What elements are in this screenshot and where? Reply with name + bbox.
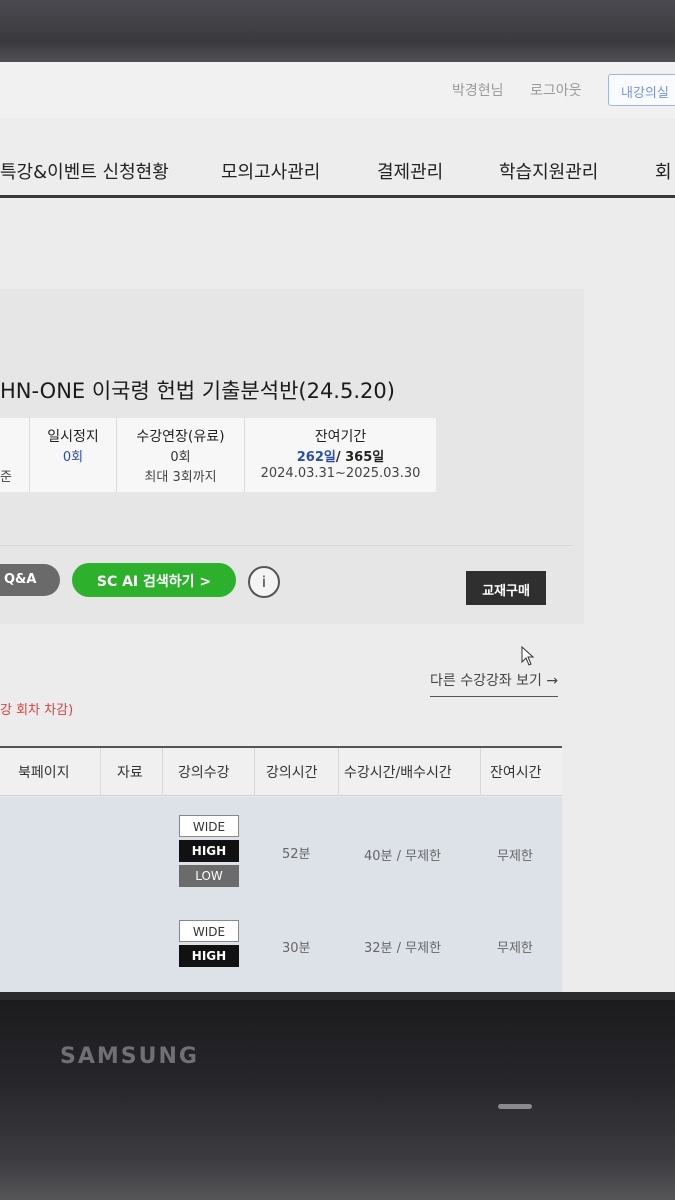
quality-buttons: WIDE HIGH LOW (179, 815, 239, 890)
high-quality-button[interactable]: HIGH (179, 945, 239, 967)
browser-screen: 박경현님 로그아웃 내강의실 특강&이벤트 신청현황 모의고사관리 결제관리 학… (0, 62, 675, 992)
col-separator (254, 748, 255, 796)
info-cell-extend: 수강연장(유료) 0회 최대 3회까지 (117, 418, 245, 492)
col-study-time: 수강시간/배수시간 (344, 765, 452, 781)
col-remaining-time: 잔여시간 (490, 765, 542, 781)
course-card: HN-ONE 이국령 헌법 기출분석반(24.5.20) 준 일시정지 0회 수… (0, 289, 584, 666)
cut-label: 준 (0, 470, 12, 485)
info-icon[interactable]: i (248, 566, 280, 598)
ai-search-button[interactable]: SC AI 검색하기 > (72, 563, 236, 597)
lecture-time: 30분 (282, 941, 311, 956)
study-time: 32분 / 무제한 (364, 941, 442, 956)
study-time: 40분 / 무제한 (364, 849, 442, 864)
remaining-period: 2024.03.31~2025.03.30 (260, 466, 421, 481)
my-room-button[interactable]: 내강의실 (608, 74, 675, 106)
lecture-table: 북페이지 자료 강의수강 강의시간 수강시간/배수시간 잔여시간 WIDE HI… (0, 746, 562, 992)
table-header: 북페이지 자료 강의수강 강의시간 수강시간/배수시간 잔여시간 (0, 748, 562, 796)
col-separator (338, 748, 339, 796)
table-body: WIDE HIGH LOW 52분 40분 / 무제한 무제한 WIDE HIG… (0, 797, 562, 992)
card-divider (0, 545, 572, 546)
nav-payment[interactable]: 결제관리 (377, 158, 443, 184)
col-separator (100, 748, 101, 796)
pause-header: 일시정지 (47, 429, 99, 445)
logout-link[interactable]: 로그아웃 (530, 80, 582, 100)
pause-value: 0회 (62, 450, 84, 465)
info-cell-cut: 준 (0, 418, 30, 492)
remaining-header: 잔여기간 (314, 429, 367, 445)
remaining-time: 무제한 (497, 849, 533, 864)
samsung-logo: SAMSUNG (60, 1044, 199, 1069)
col-bookpage: 북페이지 (18, 765, 70, 781)
remaining-time: 무제한 (497, 941, 533, 956)
user-name: 박경현님 (452, 83, 504, 99)
lecture-time: 52분 (282, 847, 311, 862)
col-separator (162, 748, 163, 796)
course-info-table: 준 일시정지 0회 수강연장(유료) 0회 최대 3회까지 잔여기간 262일/… (0, 418, 436, 492)
quality-buttons: WIDE HIGH (179, 920, 239, 970)
col-separator (480, 748, 481, 796)
nav-member[interactable]: 회 (655, 158, 672, 184)
course-title: HN-ONE 이국령 헌법 기출분석반(24.5.20) (0, 379, 395, 403)
laptop-bezel-bottom (0, 1000, 675, 1200)
qa-button[interactable]: Q&A (0, 564, 60, 596)
remaining-total: / 365일 (335, 450, 385, 465)
high-quality-button[interactable]: HIGH (179, 840, 239, 862)
nav-study-support[interactable]: 학습지원관리 (499, 158, 598, 184)
nav-mock-exam[interactable]: 모의고사관리 (221, 158, 320, 184)
laptop-bezel-top (0, 0, 675, 70)
col-lecture-time: 강의시간 (266, 765, 318, 781)
nav-special-events[interactable]: 특강&이벤트 신청현황 (0, 158, 169, 184)
remaining-days: 262일 (296, 450, 336, 465)
info-cell-pause: 일시정지 0회 (30, 418, 117, 492)
col-material: 자료 (117, 765, 143, 781)
main-navigation: 특강&이벤트 신청현황 모의고사관리 결제관리 학습지원관리 회 (0, 118, 675, 198)
remaining-value: 262일/ 365일 (245, 446, 436, 465)
deduction-note: 강 회차 차감) (0, 703, 74, 718)
wide-quality-button[interactable]: WIDE (179, 920, 239, 942)
low-quality-button[interactable]: LOW (179, 865, 239, 887)
top-utility-bar: 박경현님 로그아웃 내강의실 (0, 62, 675, 118)
mouse-cursor-icon (521, 646, 535, 666)
wide-quality-button[interactable]: WIDE (179, 815, 239, 837)
info-cell-remaining: 잔여기간 262일/ 365일 2024.03.31~2025.03.30 (245, 418, 436, 492)
col-lecture-watch: 강의수강 (178, 765, 230, 781)
bezel-indicator (498, 1104, 532, 1109)
extend-note: 최대 3회까지 (144, 470, 217, 485)
extend-header: 수강연장(유료) (136, 429, 225, 445)
extend-value: 0회 (170, 450, 191, 465)
buy-book-button[interactable]: 교재구매 (466, 571, 546, 605)
other-courses-link[interactable]: 다른 수강강좌 보기 → (430, 670, 559, 697)
